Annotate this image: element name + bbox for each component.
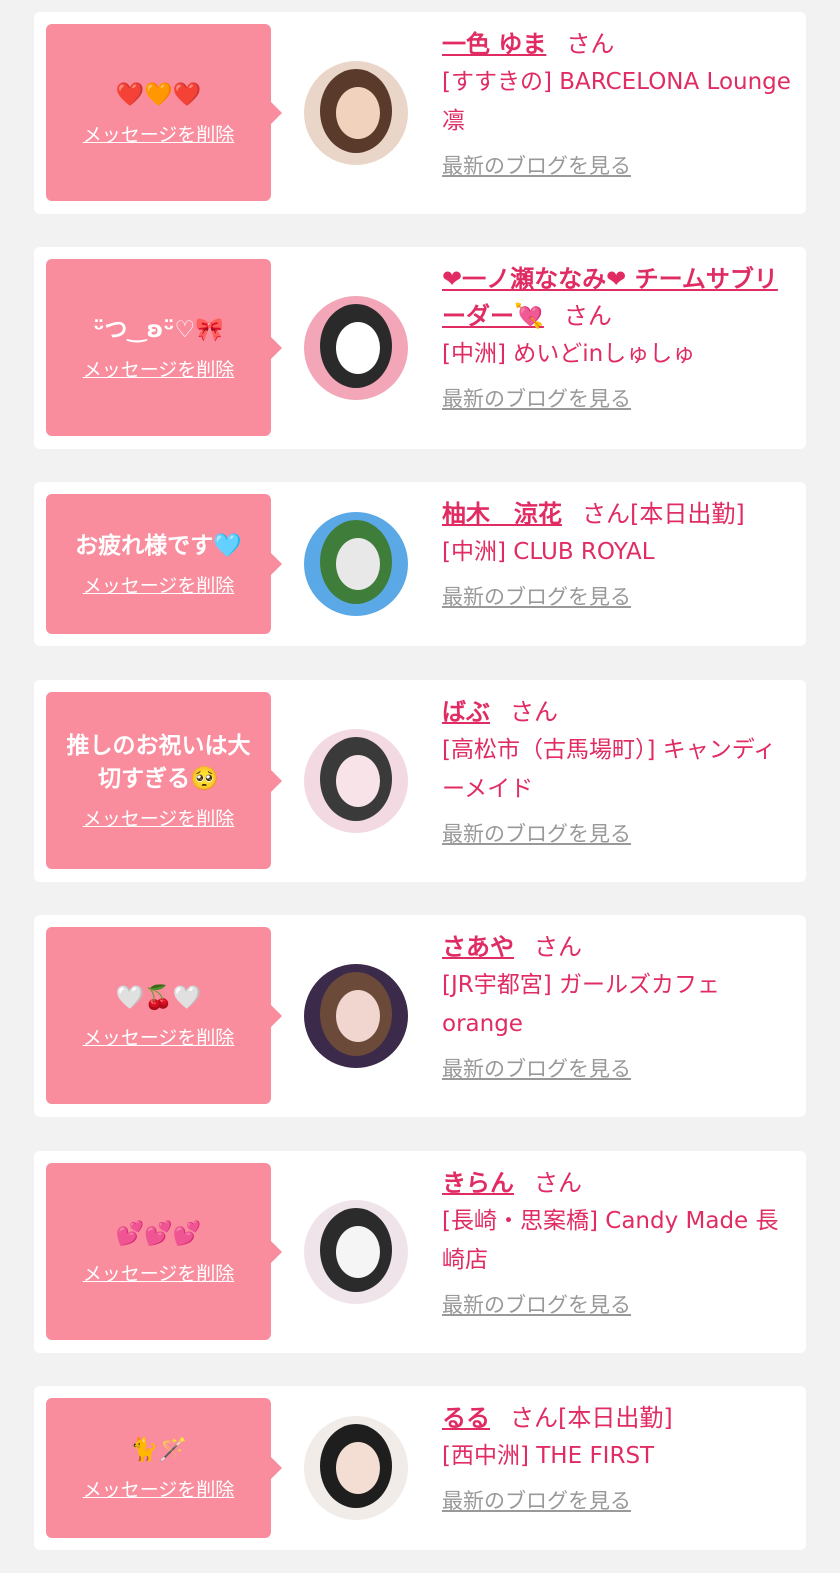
girl-name-link[interactable]: 柚木 涼花 — [442, 500, 562, 528]
message-bubble: 🤍🍒🤍 メッセージを削除 — [46, 927, 282, 1104]
message-card: 🤍🍒🤍 メッセージを削除 さあや さん [JR宇都宮] ガールズカフェ orang… — [34, 915, 806, 1117]
delete-message-link[interactable]: メッセージを削除 — [83, 1259, 235, 1286]
girl-info: ばぶ さん [高松市（古馬場町）] キャンディーメイド 最新のブログを見る — [442, 694, 794, 849]
girl-name-link[interactable]: ばぶ — [442, 698, 490, 726]
latest-blog-link[interactable]: 最新のブログを見る — [442, 819, 631, 849]
honorific: さん — [534, 933, 582, 961]
girl-name-link[interactable]: きらん — [442, 1169, 514, 1197]
status-badge: [本日出勤] — [630, 500, 745, 528]
delete-message-link[interactable]: メッセージを削除 — [83, 120, 235, 147]
girl-name-link[interactable]: 一色 ゆま — [442, 30, 546, 58]
message-bubble: 🐈🪄 メッセージを削除 — [46, 1398, 282, 1538]
avatar[interactable] — [304, 1200, 408, 1304]
delete-message-link[interactable]: メッセージを削除 — [83, 804, 235, 831]
shop-name: [長崎・思案橋] Candy Made 長崎店 — [442, 1208, 779, 1273]
avatar[interactable] — [304, 296, 408, 400]
girl-info: 柚木 涼花 さん[本日出勤] [中洲] CLUB ROYAL 最新のブログを見る — [442, 496, 794, 612]
girl-info: 一色 ゆま さん [すすきの] BARCELONA Lounge 凛 最新のブログ… — [442, 26, 794, 181]
avatar[interactable] — [304, 1416, 408, 1520]
message-text: 🤍🍒🤍 — [115, 984, 202, 1011]
avatar-image — [304, 61, 408, 165]
delete-message-link[interactable]: メッセージを削除 — [83, 355, 235, 382]
avatar-image — [304, 1200, 408, 1304]
message-card: 💕💕💕 メッセージを削除 きらん さん [長崎・思案橋] Candy Made 長… — [34, 1151, 806, 1353]
avatar-image — [304, 964, 408, 1068]
honorific: さん — [510, 698, 558, 726]
message-text: 🐈🪄 — [129, 1437, 188, 1463]
delete-message-link[interactable]: メッセージを削除 — [83, 1023, 235, 1050]
latest-blog-link[interactable]: 最新のブログを見る — [442, 1054, 631, 1084]
latest-blog-link[interactable]: 最新のブログを見る — [442, 1290, 631, 1320]
latest-blog-link[interactable]: 最新のブログを見る — [442, 151, 631, 181]
avatar[interactable] — [304, 512, 408, 616]
avatar[interactable] — [304, 964, 408, 1068]
shop-name: [すすきの] BARCELONA Lounge 凛 — [442, 69, 791, 134]
avatar[interactable] — [304, 729, 408, 833]
delete-message-link[interactable]: メッセージを削除 — [83, 571, 235, 598]
avatar-image — [304, 512, 408, 616]
avatar-image — [304, 1416, 408, 1520]
message-bubble: 推しのお祝いは大切すぎる🥺 メッセージを削除 — [46, 692, 282, 869]
message-bubble: ᵕ̈つ‿ʚᵕ̈♡🎀 メッセージを削除 — [46, 259, 282, 436]
honorific: さん — [534, 1169, 582, 1197]
girl-info: きらん さん [長崎・思案橋] Candy Made 長崎店 最新のブログを見る — [442, 1165, 794, 1320]
honorific: さん — [566, 30, 615, 58]
honorific: さん — [563, 302, 612, 330]
message-bubble: お疲れ様です🩵 メッセージを削除 — [46, 494, 282, 634]
shop-name: [中洲] めいどinしゅしゅ — [442, 341, 696, 367]
status-badge: [本日出勤] — [558, 1404, 673, 1432]
message-text: 推しのお祝いは大切すぎる🥺 — [66, 733, 251, 792]
avatar[interactable] — [304, 61, 408, 165]
latest-blog-link[interactable]: 最新のブログを見る — [442, 384, 631, 414]
message-text: ᵕ̈つ‿ʚᵕ̈♡🎀 — [93, 316, 224, 343]
shop-name: [西中洲] THE FIRST — [442, 1443, 655, 1469]
delete-message-link[interactable]: メッセージを削除 — [83, 1475, 235, 1502]
girl-name-link[interactable]: るる — [442, 1404, 490, 1432]
message-card: ᵕ̈つ‿ʚᵕ̈♡🎀 メッセージを削除 ❤一ノ瀬ななみ❤ チームサブリーダー💘 さん… — [34, 247, 806, 449]
shop-name: [JR宇都宮] ガールズカフェ orange — [442, 972, 721, 1037]
honorific: さん — [582, 500, 630, 528]
avatar-image — [304, 296, 408, 400]
latest-blog-link[interactable]: 最新のブログを見る — [442, 582, 631, 612]
latest-blog-link[interactable]: 最新のブログを見る — [442, 1486, 631, 1516]
shop-name: [中洲] CLUB ROYAL — [442, 539, 655, 565]
message-text: お疲れ様です🩵 — [75, 533, 242, 559]
avatar-image — [304, 729, 408, 833]
girl-info: ❤一ノ瀬ななみ❤ チームサブリーダー💘 さん [中洲] めいどinしゅしゅ 最新の… — [442, 261, 794, 414]
message-text: ❤️🧡❤️ — [115, 81, 202, 108]
girl-info: るる さん[本日出勤] [西中洲] THE FIRST 最新のブログを見る — [442, 1400, 794, 1516]
girl-name-link[interactable]: さあや — [442, 933, 514, 961]
message-bubble: 💕💕💕 メッセージを削除 — [46, 1163, 282, 1340]
message-bubble: ❤️🧡❤️ メッセージを削除 — [46, 24, 282, 201]
message-card: ❤️🧡❤️ メッセージを削除 一色 ゆま さん [すすきの] BARCELONA … — [34, 12, 806, 214]
message-card: 推しのお祝いは大切すぎる🥺 メッセージを削除 ばぶ さん [高松市（古馬場町）] … — [34, 680, 806, 882]
message-card: お疲れ様です🩵 メッセージを削除 柚木 涼花 さん[本日出勤] [中洲] CLUB… — [34, 482, 806, 646]
message-text: 💕💕💕 — [115, 1220, 202, 1247]
shop-name: [高松市（古馬場町）] キャンディーメイド — [442, 737, 777, 802]
message-card: 🐈🪄 メッセージを削除 るる さん[本日出勤] [西中洲] THE FIRST 最… — [34, 1386, 806, 1550]
girl-info: さあや さん [JR宇都宮] ガールズカフェ orange 最新のブログを見る — [442, 929, 794, 1084]
honorific: さん — [510, 1404, 558, 1432]
